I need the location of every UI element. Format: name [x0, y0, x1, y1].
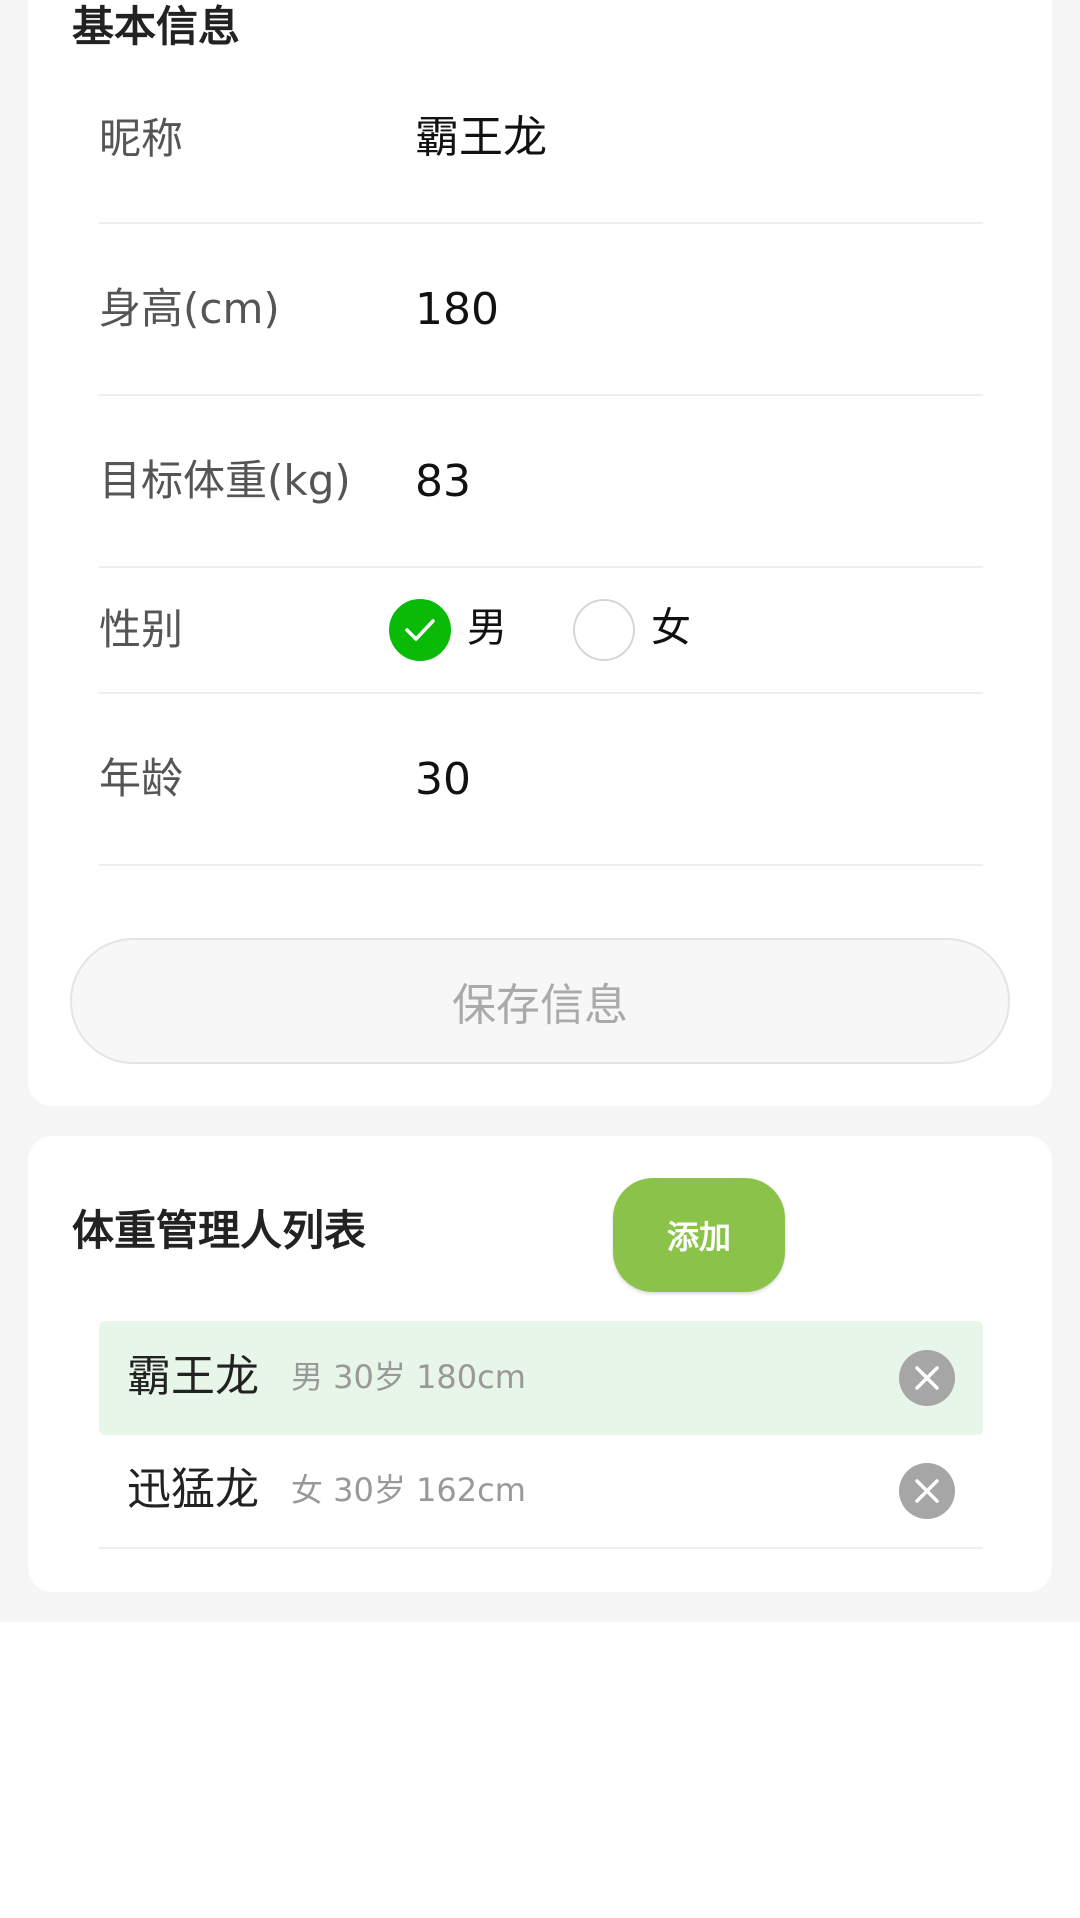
height-input[interactable]: 180 [415, 288, 499, 332]
height-row[interactable]: 身高(cm) 180 [99, 224, 983, 396]
list-item[interactable]: 迅猛龙 女 30岁 162cm [99, 1435, 983, 1549]
height-label: 身高(cm) [99, 284, 280, 333]
close-icon [915, 1366, 939, 1390]
gender-row: 性别 男 女 [99, 568, 983, 694]
nickname-row[interactable]: 昵称 霸王龙 [99, 52, 983, 224]
target-weight-input[interactable]: 83 [415, 460, 471, 504]
target-weight-label: 目标体重(kg) [99, 456, 351, 505]
close-icon [915, 1479, 939, 1503]
age-label: 年龄 [99, 754, 184, 803]
nickname-label: 昵称 [99, 114, 184, 163]
target-weight-row[interactable]: 目标体重(kg) 83 [99, 396, 983, 568]
basic-info-card: 基本信息 昵称 霸王龙 身高(cm) 180 目标体重(kg) 83 性别 男 … [28, 0, 1052, 1106]
gender-male-label: 男 [467, 605, 507, 651]
list-item[interactable]: 霸王龙 男 30岁 180cm [99, 1321, 983, 1435]
save-info-button[interactable]: 保存信息 [70, 938, 1010, 1064]
add-person-button[interactable]: 添加 [613, 1178, 785, 1292]
age-input[interactable]: 30 [415, 758, 471, 802]
person-info: 女 30岁 162cm [291, 1471, 526, 1509]
radio-unchecked-indicator[interactable] [573, 599, 635, 661]
delete-person-button[interactable] [899, 1463, 955, 1519]
section-title-manager-list: 体重管理人列表 [72, 1206, 367, 1255]
gender-male-radio[interactable]: 男 [389, 568, 519, 692]
radio-checked-indicator[interactable] [389, 599, 451, 661]
weight-manager-list-card: 体重管理人列表 添加 霸王龙 男 30岁 180cm 迅猛龙 女 30岁 162… [28, 1136, 1052, 1592]
section-title-basic-info: 基本信息 [72, 2, 241, 51]
age-row[interactable]: 年龄 30 [99, 694, 983, 866]
person-info: 男 30岁 180cm [291, 1358, 526, 1396]
person-name: 迅猛龙 [127, 1464, 259, 1515]
gender-female-label: 女 [651, 605, 691, 651]
person-name: 霸王龙 [127, 1351, 259, 1402]
nickname-input[interactable]: 霸王龙 [415, 116, 547, 160]
check-icon [405, 619, 435, 641]
gender-label: 性别 [99, 605, 184, 654]
gender-female-radio[interactable]: 女 [573, 568, 703, 692]
delete-person-button[interactable] [899, 1350, 955, 1406]
